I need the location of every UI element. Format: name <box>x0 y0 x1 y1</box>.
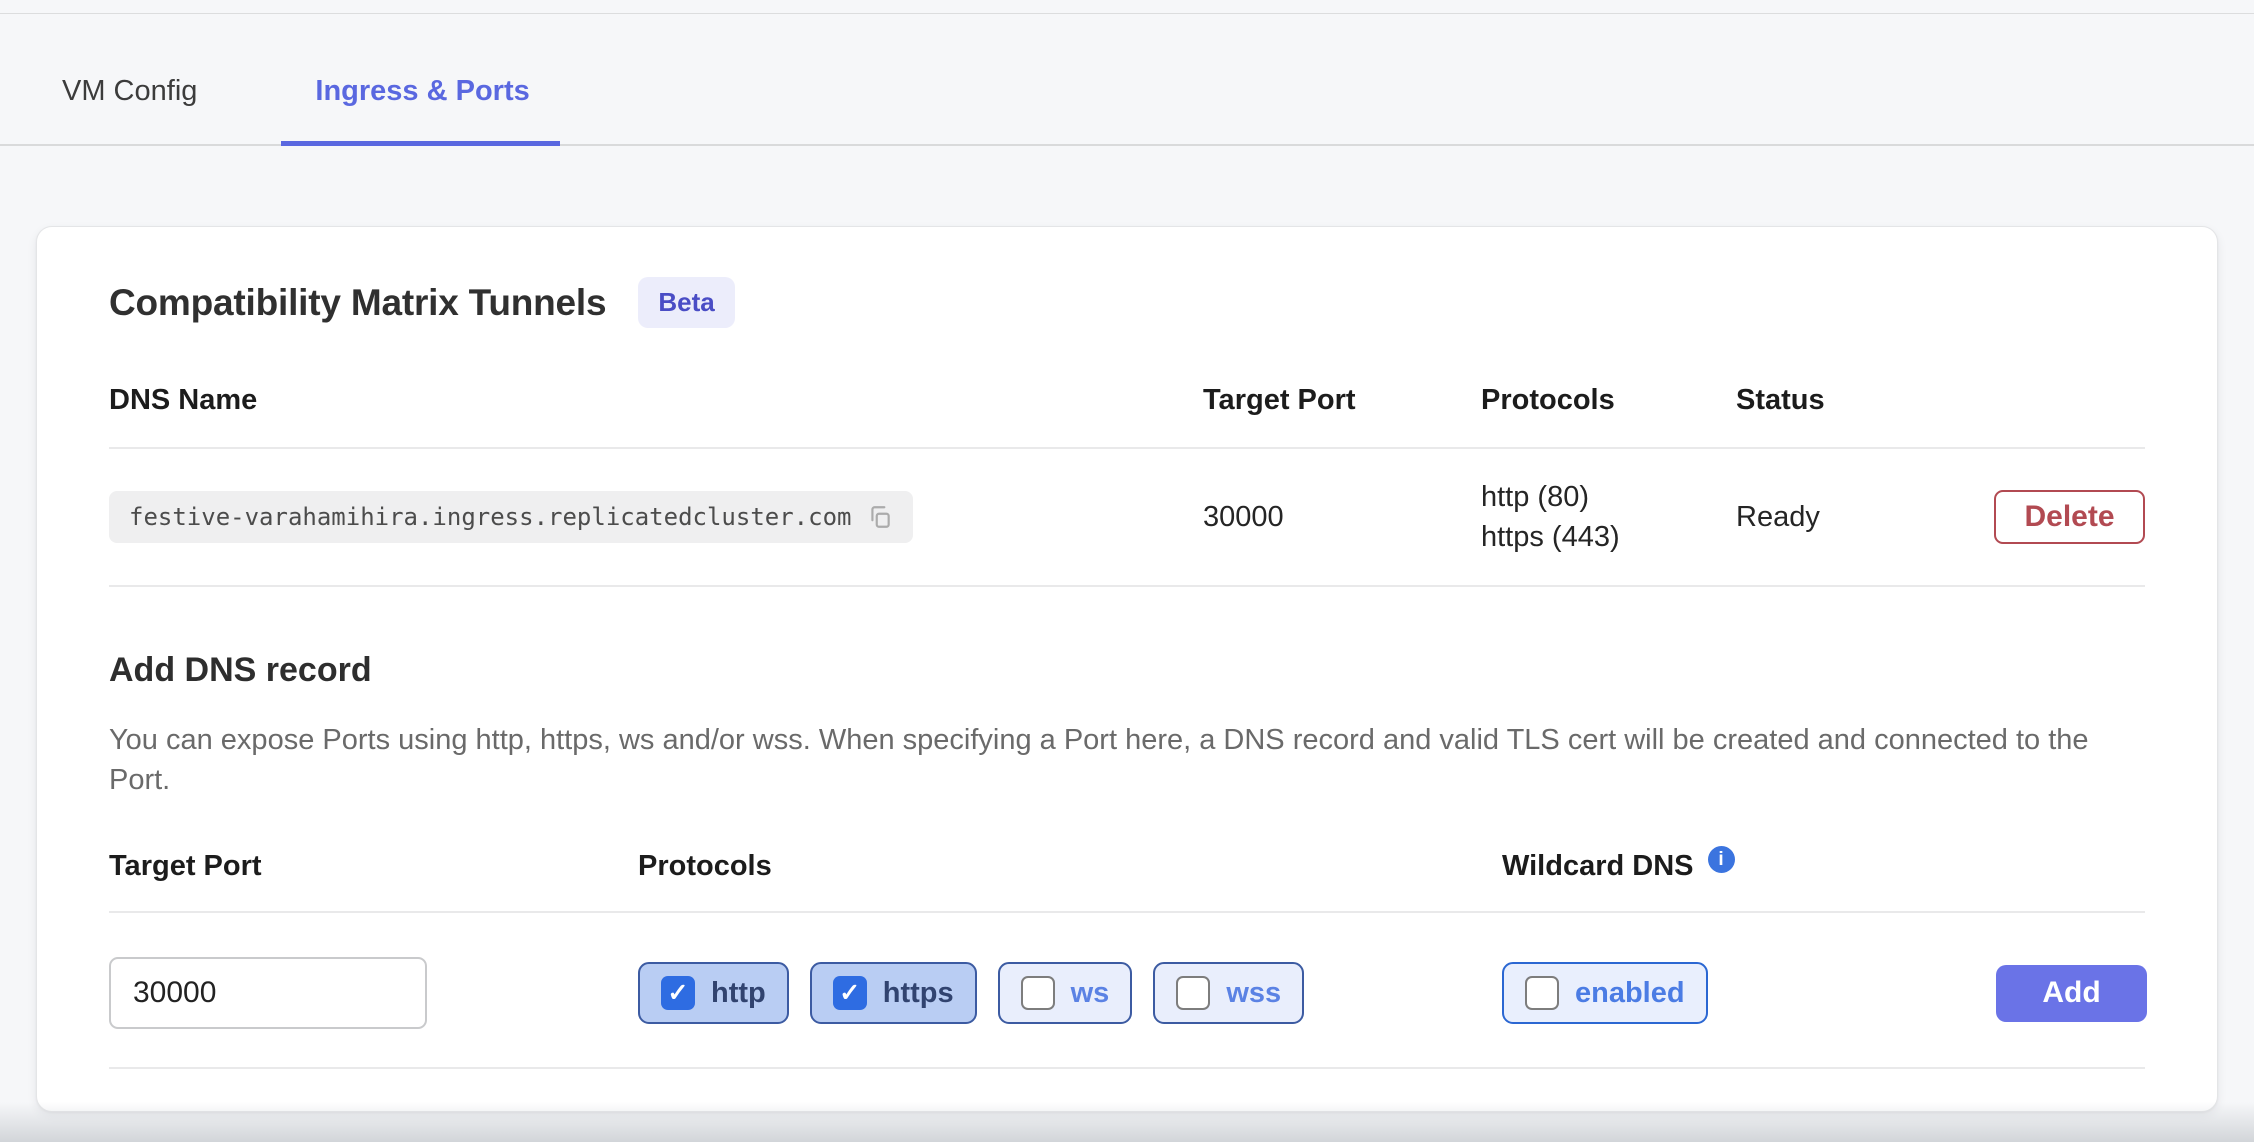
tunnels-table-header: DNS Name Target Port Protocols Status <box>109 328 2145 449</box>
tab-bar: VM Config Ingress & Ports <box>0 0 2254 146</box>
wildcard-dns-label: Wildcard DNS <box>1502 850 1694 883</box>
wildcard-enabled-label: enabled <box>1575 977 1685 1010</box>
form-header-wildcard-dns: Wildcard DNS i <box>1502 850 1996 883</box>
row-target-port: 30000 <box>1203 501 1481 534</box>
row-protocols: http (80) https (443) <box>1481 477 1736 557</box>
add-button[interactable]: Add <box>1996 965 2147 1022</box>
protocol-checkbox-https[interactable]: ✓ https <box>810 962 977 1024</box>
add-form-header: Target Port Protocols Wildcard DNS i <box>109 800 2145 913</box>
info-icon[interactable]: i <box>1708 846 1735 873</box>
protocol-wss-label: wss <box>1226 977 1281 1010</box>
protocol-https-label: https <box>883 977 954 1010</box>
protocol-ws-label: ws <box>1071 977 1110 1010</box>
row-protocol-https: https (443) <box>1481 517 1736 557</box>
col-header-target-port: Target Port <box>1203 384 1481 417</box>
tunnels-card: Compatibility Matrix Tunnels Beta DNS Na… <box>36 226 2218 1112</box>
dns-name-chip: festive-varahamihira.ingress.replicatedc… <box>109 491 913 543</box>
wildcard-enabled-checkbox[interactable]: enabled <box>1502 962 1708 1024</box>
col-header-dns-name: DNS Name <box>109 384 1203 417</box>
add-dns-description: You can expose Ports using http, https, … <box>109 720 2145 800</box>
col-header-status: Status <box>1736 384 1994 417</box>
tab-vm-config[interactable]: VM Config <box>62 75 197 144</box>
protocol-checkbox-http[interactable]: ✓ http <box>638 962 789 1024</box>
card-title: Compatibility Matrix Tunnels <box>109 282 606 324</box>
checkbox-unchecked-icon <box>1176 976 1210 1010</box>
protocol-http-label: http <box>711 977 766 1010</box>
beta-badge: Beta <box>638 277 734 328</box>
row-protocol-http: http (80) <box>1481 477 1736 517</box>
checkbox-unchecked-icon <box>1021 976 1055 1010</box>
top-divider <box>0 13 2254 14</box>
ingress-ports-page: VM Config Ingress & Ports Compatibility … <box>0 0 2254 1142</box>
checkbox-checked-icon: ✓ <box>661 976 695 1010</box>
protocol-checkbox-wss[interactable]: wss <box>1153 962 1304 1024</box>
checkbox-unchecked-icon <box>1525 976 1559 1010</box>
table-row: festive-varahamihira.ingress.replicatedc… <box>109 449 2145 587</box>
add-dns-heading: Add DNS record <box>109 651 2145 690</box>
col-header-protocols: Protocols <box>1481 384 1736 417</box>
protocol-checkbox-ws[interactable]: ws <box>998 962 1133 1024</box>
target-port-input[interactable] <box>109 957 427 1029</box>
row-status: Ready <box>1736 501 1994 534</box>
checkbox-checked-icon: ✓ <box>833 976 867 1010</box>
tab-ingress-ports[interactable]: Ingress & Ports <box>315 75 529 144</box>
delete-button[interactable]: Delete <box>1994 490 2145 544</box>
copy-icon[interactable] <box>867 504 893 530</box>
card-title-row: Compatibility Matrix Tunnels Beta <box>109 277 2145 328</box>
form-header-protocols: Protocols <box>638 850 1502 883</box>
add-form-row: ✓ http ✓ https ws wss <box>109 913 2145 1069</box>
protocol-checkbox-group: ✓ http ✓ https ws wss <box>638 962 1502 1024</box>
form-header-target-port: Target Port <box>109 850 638 883</box>
dns-name-value: festive-varahamihira.ingress.replicatedc… <box>129 503 851 531</box>
